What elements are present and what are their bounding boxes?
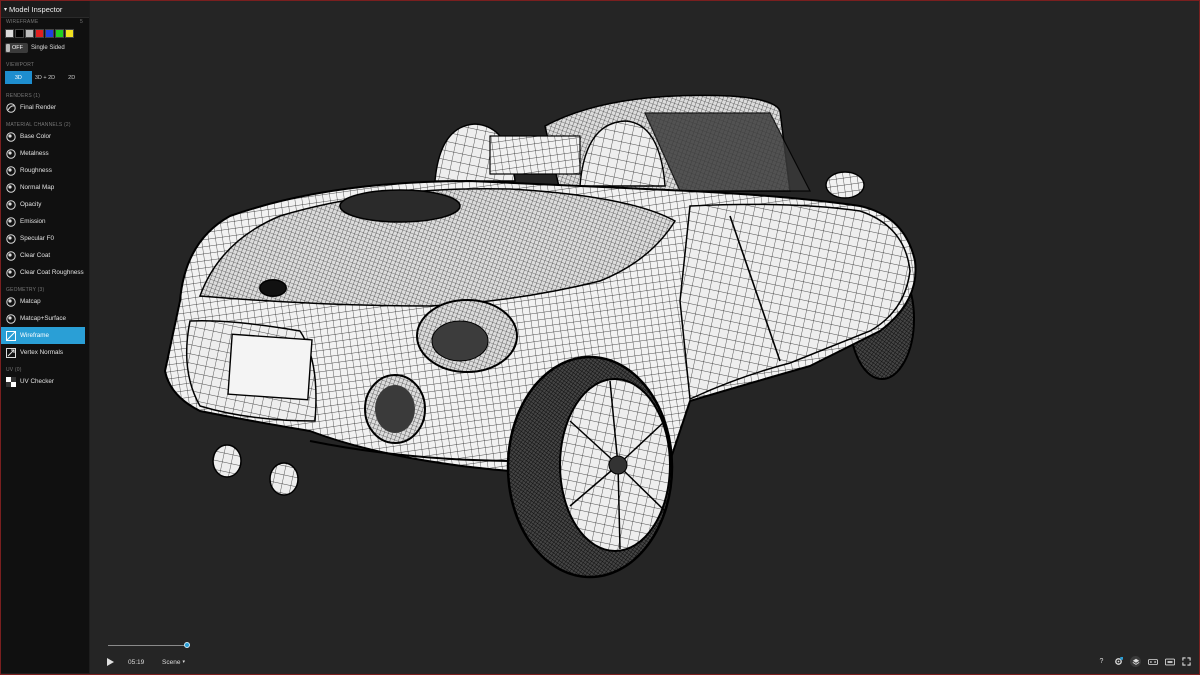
color-swatch[interactable] (25, 29, 34, 38)
fullscreen-icon[interactable] (1181, 656, 1192, 667)
viewer-toolbar: ? (1096, 656, 1192, 667)
channel-label: Specular F0 (20, 235, 54, 242)
channel-label: Opacity (20, 201, 42, 208)
time-display: 05:19 (128, 658, 145, 666)
panel-title: Model Inspector (9, 4, 63, 14)
channel-item-vertex-normals[interactable]: Vertex Normals (1, 344, 85, 361)
channel-item-wireframe[interactable]: Wireframe (1, 327, 85, 344)
channel-label: Clear Coat (20, 252, 51, 259)
channel-label: Vertex Normals (20, 349, 64, 356)
color-swatch[interactable] (35, 29, 44, 38)
matcap-surface-icon (6, 313, 16, 324)
channel-item-metalness[interactable]: Metalness (1, 145, 85, 162)
color-swatch[interactable] (45, 29, 54, 38)
toggle-state: OFF (12, 45, 23, 51)
3d-viewport[interactable] (90, 1, 1199, 674)
help-icon[interactable]: ? (1096, 656, 1107, 667)
channel-item-normal-map[interactable]: Normal Map (1, 179, 85, 196)
uv-list: UV Checker (1, 373, 89, 390)
metalness-icon (6, 148, 16, 159)
channel-item-specular-f0[interactable]: Specular F0 (1, 230, 85, 247)
render-list: Final Render (1, 99, 89, 116)
channel-label: Matcap (20, 298, 41, 305)
toggle-knob (6, 44, 10, 52)
channel-item-final-render[interactable]: Final Render (1, 99, 85, 116)
viewport-mode-buttons: 3D 3D + 2D 2D (1, 68, 89, 84)
chevron-down-icon: ▾ (182, 659, 185, 665)
viewport-2d-button[interactable]: 2D (58, 71, 85, 84)
single-sided-toggle[interactable]: OFF (5, 43, 28, 53)
channel-label: Emission (20, 218, 46, 225)
channel-item-uv-checker[interactable]: UV Checker (1, 373, 85, 390)
clear-coat-roughness-icon (6, 267, 16, 278)
layers-icon[interactable] (1130, 656, 1141, 667)
play-icon (107, 658, 114, 666)
single-sided-row: OFF Single Sided (1, 38, 89, 58)
channel-item-base-color[interactable]: Base Color (1, 128, 85, 145)
color-swatch[interactable] (15, 29, 24, 38)
scene-dropdown[interactable]: Scene ▾ (162, 656, 185, 668)
geometry-list: Matcap Matcap+Surface Wireframe Vertex Norm… (1, 293, 89, 361)
opacity-icon (6, 199, 16, 210)
wireframe-color-swatches (1, 25, 89, 38)
normal-map-icon (6, 182, 16, 193)
play-button[interactable] (106, 656, 114, 668)
channel-item-clear-coat[interactable]: Clear Coat (1, 247, 85, 264)
matcap-icon (6, 296, 16, 307)
channel-item-matcap[interactable]: Matcap (1, 293, 85, 310)
wireframe-count: 5 (80, 19, 83, 25)
vr-icon[interactable] (1147, 656, 1158, 667)
channel-label: Wireframe (20, 332, 50, 339)
final-render-icon (6, 102, 16, 113)
channel-label: Base Color (20, 133, 52, 140)
channel-item-emission[interactable]: Emission (1, 213, 85, 230)
channel-label: Final Render (20, 104, 57, 111)
channel-label: Matcap+Surface (20, 315, 67, 322)
specular-icon (6, 233, 16, 244)
scene-label: Scene (162, 658, 181, 666)
roughness-icon (6, 165, 16, 176)
timeline-scrubber-handle[interactable] (184, 642, 190, 648)
channel-label: Metalness (20, 150, 49, 157)
emission-icon (6, 216, 16, 227)
base-color-icon (6, 131, 16, 142)
panel-header[interactable]: ▾ Model Inspector (1, 1, 89, 18)
timeline-track[interactable] (108, 645, 186, 646)
wireframe-section-label: Wireframe (6, 19, 39, 25)
car-wireframe-model (163, 94, 917, 579)
channel-item-matcap-surface[interactable]: Matcap+Surface (1, 310, 85, 327)
channel-label: UV Checker (20, 378, 54, 385)
channel-label: Roughness (20, 167, 52, 174)
clear-coat-icon (6, 250, 16, 261)
color-swatch[interactable] (65, 29, 74, 38)
cardboard-icon[interactable] (1164, 656, 1175, 667)
model-inspector-panel: ▾ Model Inspector Wireframe 5 OFF Single… (1, 1, 89, 673)
channel-item-opacity[interactable]: Opacity (1, 196, 85, 213)
color-swatch[interactable] (5, 29, 14, 38)
collapse-triangle-icon[interactable]: ▾ (4, 6, 7, 13)
settings-icon[interactable] (1113, 656, 1124, 667)
uv-checker-icon (6, 376, 16, 387)
channel-label: Clear Coat Roughness (20, 269, 84, 276)
vertex-normals-icon (6, 347, 16, 358)
channel-label: Normal Map (20, 184, 55, 191)
viewport-3d-2d-button[interactable]: 3D + 2D (32, 71, 59, 84)
color-swatch[interactable] (55, 29, 64, 38)
wireframe-icon (6, 330, 16, 341)
channel-item-roughness[interactable]: Roughness (1, 162, 85, 179)
single-sided-label: Single Sided (31, 45, 65, 51)
viewport-3d-button[interactable]: 3D (5, 71, 32, 84)
material-channel-list: Base Color Metalness Roughness Normal Map Op… (1, 128, 89, 281)
channel-item-clear-coat-roughness[interactable]: Clear Coat Roughness (1, 264, 85, 281)
